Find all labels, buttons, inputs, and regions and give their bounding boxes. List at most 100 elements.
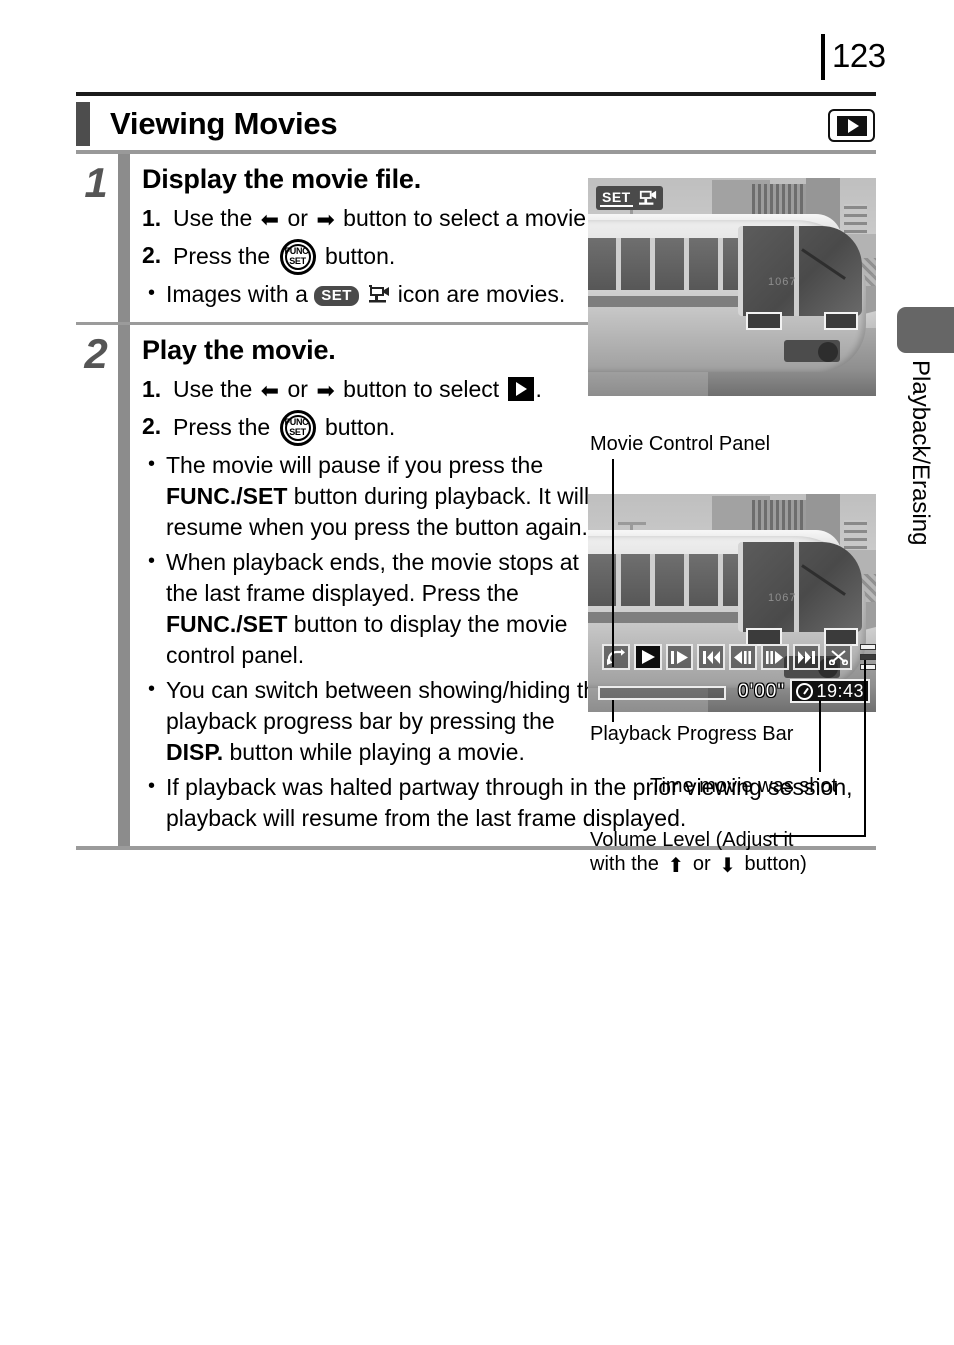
- down-arrow-icon: ⬇: [719, 853, 736, 877]
- train-windshield: [738, 226, 862, 316]
- train-number: 1067: [768, 592, 797, 604]
- step-1-number: 1: [84, 159, 108, 206]
- play-triangle-icon: [847, 118, 859, 133]
- section-tab-label: Playback/Erasing: [907, 360, 934, 546]
- movie-camera-icon: [638, 190, 656, 205]
- callout-volume-mid: or: [692, 853, 711, 875]
- step-1-heading: Display the movie file.: [142, 164, 421, 194]
- play-icon: [507, 377, 534, 401]
- step-2-substep-1-period: .: [535, 376, 542, 402]
- windshield-divider: [794, 542, 799, 632]
- windshield-divider: [794, 226, 799, 316]
- step-2-bullet-3-part2: button while playing a movie.: [223, 739, 525, 765]
- volume-segment: [860, 644, 876, 650]
- section-title-bar: Viewing Movies: [76, 92, 876, 150]
- step-back-icon: [734, 650, 752, 664]
- playback-status-row: 0'00" 19:43: [588, 678, 876, 706]
- step-1-bullet-1-after: icon are movies.: [397, 281, 566, 307]
- playback-progress-bar[interactable]: [598, 686, 726, 700]
- step-2-bullet-3-bold: DISP.: [166, 739, 224, 765]
- step-2-number: 2: [84, 330, 108, 377]
- play-button[interactable]: [633, 644, 662, 670]
- window-divider: [616, 554, 621, 606]
- headlight-left: [746, 312, 782, 330]
- clock-icon: [796, 682, 814, 700]
- step-2-substep-1-number: 1.: [142, 376, 162, 402]
- window-divider: [684, 554, 689, 606]
- first-frame-button[interactable]: [697, 644, 726, 670]
- train-coupler-circle: [818, 342, 838, 362]
- step-1-substep-2-text-after: button.: [324, 243, 396, 269]
- window-divider: [650, 554, 655, 606]
- skip-to-start-icon: [702, 650, 720, 664]
- step-2-bullet-2-bold: FUNC./SET: [166, 611, 288, 637]
- step-2-bullet-1-part1: The movie will pause if you press the: [166, 452, 544, 478]
- left-arrow-icon: ⬅: [260, 379, 280, 404]
- step-1-bullet-1: Images with a SET icon are movies.: [142, 278, 612, 310]
- scissors-icon: [828, 650, 848, 665]
- step-2-bullet-1: The movie will pause if you press the FU…: [142, 449, 612, 543]
- right-arrow-icon: ➡: [316, 379, 335, 404]
- step-2-substep-2: 2. Press the FUNC. SET button.: [142, 410, 612, 446]
- title-accent-block: [76, 102, 90, 146]
- slow-motion-button[interactable]: [665, 644, 694, 670]
- window-divider: [718, 554, 723, 606]
- play-icon: [641, 650, 655, 664]
- elapsed-time: 0'00": [738, 681, 786, 702]
- exit-button[interactable]: [602, 644, 630, 670]
- movie-control-panel[interactable]: [588, 640, 876, 674]
- callout-volume-level-line1: Volume Level (Adjust it: [590, 829, 794, 851]
- playback-mode-icon: [828, 109, 875, 142]
- step-2-bullet-2-part1: When playback ends, the movie stops at t…: [166, 549, 579, 606]
- step-2-substep-1-text-after: button to select: [343, 376, 500, 402]
- step-1-substep-1-text-after: button to select a movie.: [343, 205, 593, 231]
- step-1-substep-1: 1. Use the ⬅ or ➡ button to select a mov…: [142, 202, 612, 235]
- page-number: 123: [832, 37, 886, 74]
- right-arrow-icon: ➡: [316, 208, 335, 233]
- left-arrow-icon: ⬅: [260, 208, 280, 233]
- callout-volume-after: button): [744, 853, 807, 875]
- callout-volume-before: with the: [590, 853, 659, 875]
- callout-playback-progress-bar: Playback Progress Bar: [590, 723, 794, 745]
- func-set-button-icon: FUNC. SET: [279, 410, 316, 446]
- step-1-substep-2-text-before: Press the: [173, 243, 271, 269]
- volume-segment: [860, 664, 876, 670]
- callout-leader-line: [770, 835, 866, 837]
- step-2-rail: [118, 325, 130, 846]
- playback-mode-icon-inner: [836, 115, 867, 136]
- movie-file-indicator-overlay: SET: [596, 186, 663, 210]
- last-frame-button[interactable]: [792, 644, 821, 670]
- window-divider: [650, 238, 655, 290]
- volume-segment: [860, 654, 876, 660]
- callout-leader-line: [864, 660, 866, 836]
- callout-time-movie-was-shot: Time movie was shot: [650, 775, 838, 797]
- step-2-substep-2-text-after: button.: [324, 414, 396, 440]
- volume-level-indicator[interactable]: [860, 644, 876, 670]
- set-badge-icon: SET: [314, 286, 359, 306]
- func-set-button-icon: FUNC. SET: [279, 239, 316, 275]
- callout-leader-line: [612, 459, 614, 667]
- step-2-heading: Play the movie.: [142, 335, 336, 365]
- step-1-body: Display the movie file. 1. Use the ⬅ or …: [142, 154, 612, 322]
- train-number: 1067: [768, 276, 797, 288]
- shot-time-value: 19:43: [816, 681, 864, 701]
- step-2-substep-2-text-before: Press the: [173, 414, 271, 440]
- edit-button[interactable]: [824, 644, 853, 670]
- step-1-rail: [118, 154, 130, 322]
- previous-frame-button[interactable]: [729, 644, 757, 670]
- slow-motion-icon: [670, 650, 688, 664]
- page-number-area: 123: [0, 18, 954, 80]
- window-divider: [684, 238, 689, 290]
- step-2-bullet-1-bold: FUNC./SET: [166, 483, 288, 509]
- next-frame-button[interactable]: [760, 644, 789, 670]
- step-1-substep-2-number: 2.: [142, 242, 162, 268]
- window-divider: [616, 238, 621, 290]
- step-1-substep-1-text-before: Use the: [173, 205, 253, 231]
- train-windshield: [738, 542, 862, 632]
- photo-movie-file-display: 1067 SET: [588, 178, 876, 396]
- shot-time-box: 19:43: [790, 679, 870, 703]
- train-windows: [588, 238, 756, 290]
- step-2-bullet-3: You can switch between showing/hiding th…: [142, 674, 612, 768]
- step-forward-icon: [766, 650, 784, 664]
- up-arrow-icon: ⬆: [667, 853, 685, 877]
